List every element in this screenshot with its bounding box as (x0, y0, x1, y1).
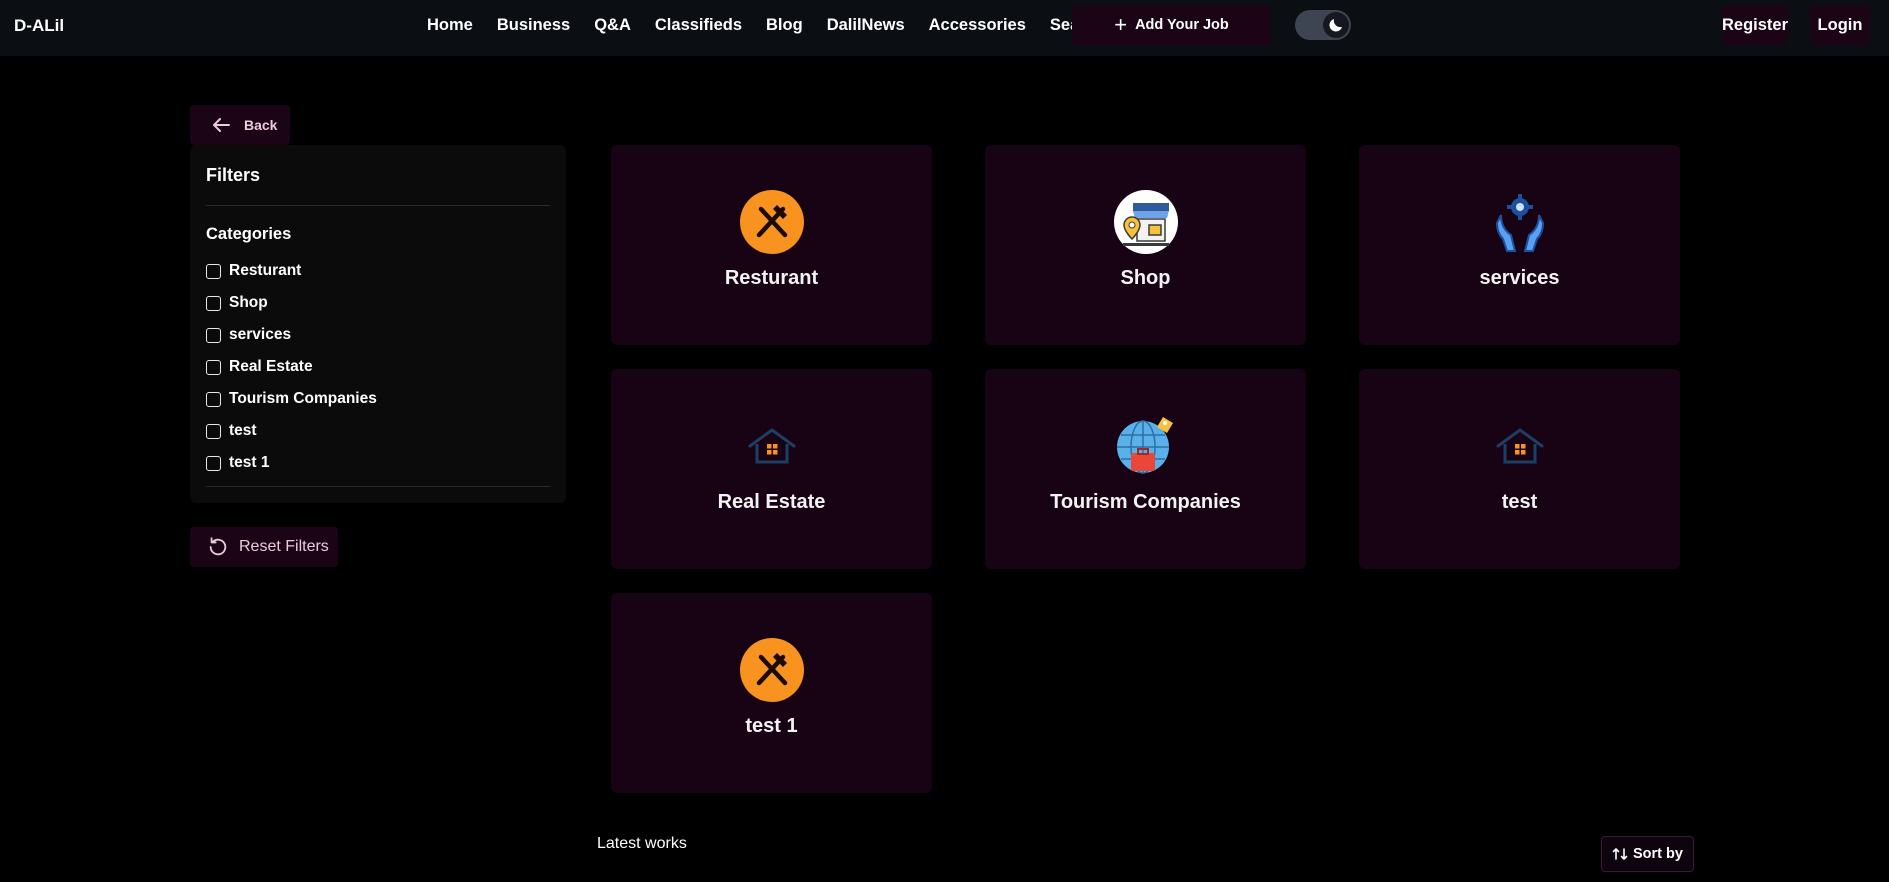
category-label: Real Estate (229, 358, 313, 375)
sort-icon (1612, 848, 1628, 860)
reset-filters-button[interactable]: Reset Filters (190, 527, 338, 567)
category-card-test[interactable]: test (1359, 369, 1680, 569)
category-label: test 1 (229, 454, 270, 471)
checkbox[interactable] (206, 423, 221, 439)
category-item-test[interactable]: test (206, 415, 377, 447)
category-card-real-estate[interactable]: Real Estate (611, 369, 932, 569)
filters-title: Filters (206, 165, 261, 185)
nav-classifieds[interactable]: Classifieds (655, 16, 742, 35)
nav-dalilnews[interactable]: DalilNews (827, 16, 905, 35)
house-icon (1487, 413, 1553, 479)
gear-hands-icon (1487, 189, 1553, 255)
fork-knife-icon (739, 637, 805, 703)
card-label: test (1501, 491, 1538, 513)
categories-title: Categories (206, 225, 292, 243)
checkbox[interactable] (206, 327, 221, 343)
category-card-services[interactable]: services (1359, 145, 1680, 345)
category-item-resturant[interactable]: Resturant (206, 255, 377, 287)
fork-knife-icon (739, 189, 805, 255)
brand-logo[interactable]: D-ALil (14, 16, 64, 36)
arrow-left-icon (213, 118, 230, 132)
checkbox[interactable] (206, 455, 221, 471)
house-icon (739, 413, 805, 479)
add-job-button[interactable]: + Add Your Job (1072, 5, 1271, 45)
category-item-test-1[interactable]: test 1 (206, 447, 377, 479)
category-label: Shop (229, 294, 268, 311)
category-label: test (229, 422, 257, 439)
login-button[interactable]: Login (1810, 5, 1870, 45)
globe-suitcase-icon (1113, 413, 1179, 479)
card-label: Shop (1120, 267, 1171, 289)
back-button[interactable]: Back (190, 105, 290, 145)
category-card-tourism-companies[interactable]: Tourism Companies (985, 369, 1306, 569)
reset-filters-label: Reset Filters (239, 538, 329, 555)
dark-mode-toggle[interactable] (1295, 10, 1351, 40)
nav-blog[interactable]: Blog (766, 16, 803, 35)
add-job-label: Add Your Job (1135, 17, 1229, 33)
nav-business[interactable]: Business (497, 16, 570, 35)
reset-icon (209, 537, 227, 556)
category-item-shop[interactable]: Shop (206, 287, 377, 319)
register-button[interactable]: Register (1722, 5, 1788, 45)
filters-panel: Filters Categories Resturant Shop servic… (190, 145, 566, 503)
category-card-shop[interactable]: Shop (985, 145, 1306, 345)
checkbox[interactable] (206, 295, 221, 311)
checkbox[interactable] (206, 391, 221, 407)
card-label: services (1479, 267, 1560, 289)
category-item-services[interactable]: services (206, 319, 377, 351)
moon-icon (1323, 12, 1349, 38)
main-nav: Home Business Q&A Classifieds Blog Dalil… (427, 0, 1129, 50)
category-card-resturant[interactable]: Resturant (611, 145, 932, 345)
card-label: test 1 (745, 715, 798, 737)
nav-qa[interactable]: Q&A (594, 16, 631, 35)
categories-list: Resturant Shop services Real Estate Tour… (206, 255, 377, 479)
card-label: Tourism Companies (1050, 491, 1241, 513)
top-navbar: D-ALil Home Business Q&A Classifieds Blo… (0, 0, 1889, 56)
card-label: Real Estate (717, 491, 826, 513)
nav-home[interactable]: Home (427, 16, 473, 35)
category-label: services (229, 326, 292, 343)
back-label: Back (244, 117, 278, 133)
divider (206, 205, 550, 206)
category-card-test-1[interactable]: test 1 (611, 593, 932, 793)
category-item-tourism-companies[interactable]: Tourism Companies (206, 383, 377, 415)
category-item-real-estate[interactable]: Real Estate (206, 351, 377, 383)
category-label: Resturant (229, 262, 302, 279)
checkbox[interactable] (206, 263, 221, 279)
card-label: Resturant (724, 267, 819, 289)
divider (206, 486, 550, 487)
category-label: Tourism Companies (229, 390, 377, 407)
latest-works-heading: Latest works (597, 835, 687, 852)
sort-by-label: Sort by (1633, 846, 1683, 862)
plus-icon: + (1114, 12, 1128, 37)
sort-by-button[interactable]: Sort by (1601, 836, 1694, 872)
nav-accessories[interactable]: Accessories (929, 16, 1026, 35)
shop-icon (1113, 189, 1179, 255)
checkbox[interactable] (206, 359, 221, 375)
